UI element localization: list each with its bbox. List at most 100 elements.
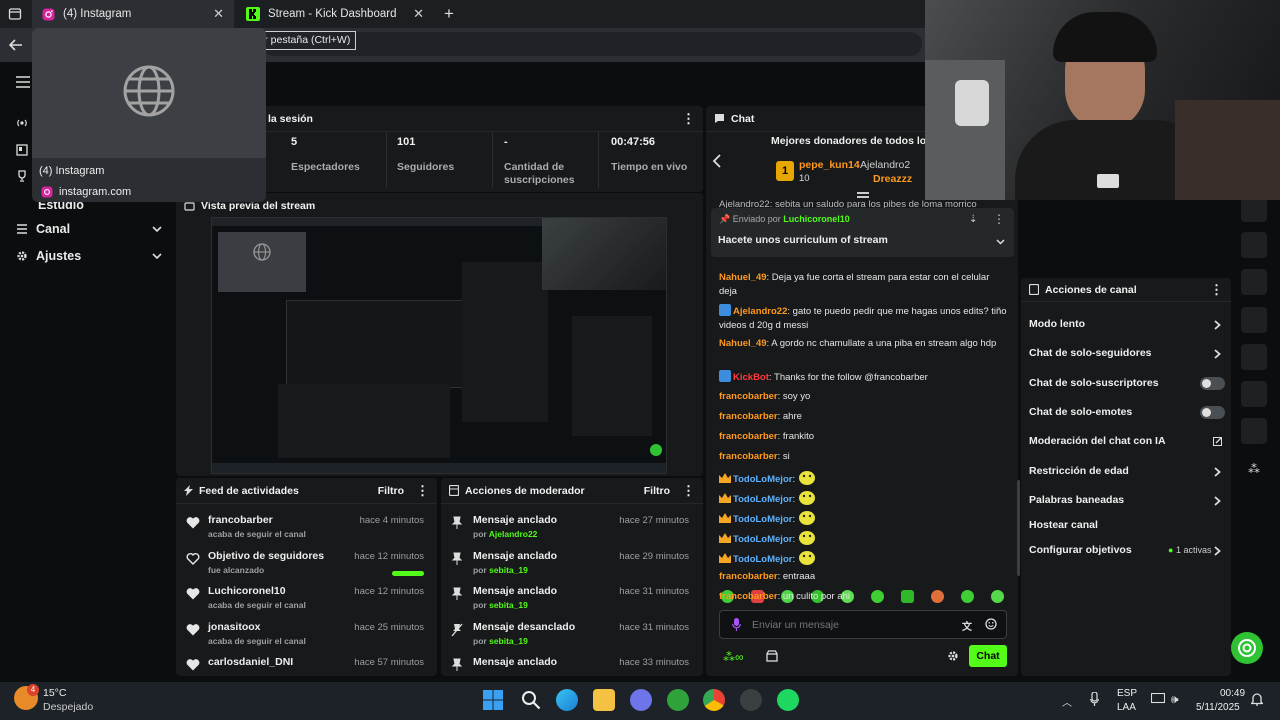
menu-icon[interactable] [16, 76, 30, 88]
channel-action-item[interactable]: Chat de solo-seguidores [1029, 347, 1152, 359]
trophy-icon[interactable] [16, 170, 28, 182]
channel-action-item[interactable]: Restricción de edad [1029, 465, 1129, 477]
mod-item[interactable]: Mensaje anclado por Ajelandro22 hace 27 mi… [441, 510, 699, 546]
chat-icon[interactable] [1241, 307, 1267, 333]
chat-input[interactable] [752, 616, 942, 633]
close-icon[interactable]: ✕ [213, 6, 224, 22]
close-icon[interactable]: ✕ [413, 6, 424, 22]
send-chat-button[interactable]: Chat [969, 645, 1007, 667]
obs-icon[interactable] [740, 689, 762, 711]
channel-action-item[interactable]: Modo lento [1029, 318, 1085, 330]
layout-icon[interactable] [1241, 381, 1267, 407]
channel-action-item[interactable]: Configurar objetivos [1029, 544, 1132, 556]
chat-message[interactable]: Nahuel_49: Deja ya fue corta el stream p… [719, 271, 1009, 299]
discord-icon[interactable] [630, 689, 652, 711]
mod-item[interactable]: Mensaje anclado por sebita_19 hace 31 minu… [441, 581, 699, 617]
spotify-icon[interactable] [777, 689, 799, 711]
chat-message[interactable]: TodoLoMejor: [719, 510, 1009, 527]
file-explorer-icon[interactable] [593, 689, 615, 711]
filter-button[interactable]: Filtro [644, 485, 670, 497]
external-link-icon[interactable] [1213, 437, 1222, 447]
chevron-up-icon[interactable]: ︿ [1062, 694, 1072, 709]
points-icon[interactable]: ⁂ [1248, 462, 1260, 476]
chat-username[interactable]: TodoLoMejor [733, 494, 792, 505]
sidebar-item-canal[interactable]: Canal [16, 222, 162, 236]
clock-time[interactable]: 00:49 [1220, 688, 1245, 699]
chat-message[interactable]: TodoLoMejor: [719, 490, 1009, 507]
emoji-icon[interactable] [985, 618, 997, 630]
points-icon[interactable]: ⁂∞ [723, 650, 744, 664]
filter-button[interactable]: Filtro [378, 485, 404, 497]
chat-username[interactable]: francobarber [719, 391, 778, 402]
language-region[interactable]: LAA [1117, 702, 1136, 713]
chat-username[interactable]: francobarber [719, 411, 778, 422]
more-icon[interactable]: ⋮ [1210, 282, 1223, 298]
chat-message[interactable]: francobarber: ahre [719, 410, 1009, 424]
language-code[interactable]: ESP [1117, 688, 1137, 699]
chat-message[interactable]: KickBot: Thanks for the follow @francoba… [719, 370, 1009, 385]
tab-kick-dashboard[interactable]: Stream - Kick Dashboard ✕ [236, 0, 434, 28]
chat-message[interactable]: francobarber: si [719, 450, 1009, 464]
mod-user[interactable]: sebita_19 [489, 636, 528, 646]
toggle-switch[interactable] [1200, 376, 1225, 390]
new-tab-button[interactable]: + [444, 4, 454, 24]
more-icon[interactable]: ⋮ [416, 483, 429, 499]
more-icon[interactable]: ⋮ [682, 483, 695, 499]
back-arrow-icon[interactable] [8, 37, 24, 53]
broadcast-icon[interactable] [1241, 344, 1267, 370]
windows-start-icon[interactable] [483, 690, 503, 710]
xbox-icon[interactable] [667, 689, 689, 711]
sidebar-item-ajustes[interactable]: Ajustes [16, 249, 162, 263]
clock-date[interactable]: 5/11/2025 [1196, 702, 1240, 713]
chevron-right-icon[interactable] [1213, 546, 1222, 556]
chat-message[interactable]: francobarber: soy yo [719, 390, 1009, 404]
chat-username[interactable]: francobarber [719, 571, 778, 582]
chat-username[interactable]: francobarber [719, 451, 778, 462]
toggle-switch[interactable] [1200, 405, 1225, 419]
microphone-icon[interactable] [1090, 692, 1099, 706]
chevron-right-icon[interactable] [1213, 349, 1222, 359]
chat-input-box[interactable]: 文 [719, 610, 1007, 639]
translate-icon[interactable]: 文 [962, 618, 972, 633]
search-icon[interactable] [521, 690, 541, 710]
channel-action-item[interactable]: Chat de solo-emotes [1029, 406, 1132, 418]
chat-username[interactable]: francobarber [719, 431, 778, 442]
mod-user[interactable]: sebita_19 [489, 600, 528, 610]
stream-preview-video[interactable] [211, 217, 667, 474]
chevron-left-icon[interactable] [712, 154, 722, 168]
mod-user[interactable]: Ajelandro22 [489, 529, 538, 539]
chat-message[interactable]: Nahuel_49: A gordo nc chamullate a una p… [719, 337, 1009, 351]
chat-username[interactable]: Ajelandro22 [733, 306, 787, 317]
chat-message[interactable]: TodoLoMejor: [719, 470, 1009, 487]
url-field[interactable] [262, 32, 922, 56]
channel-action-item[interactable]: Hostear canal [1029, 519, 1098, 531]
edge-icon[interactable] [556, 689, 578, 711]
chat-username[interactable]: TodoLoMejor [733, 514, 792, 525]
chevron-right-icon[interactable] [1213, 466, 1222, 477]
chevron-down-icon[interactable] [996, 239, 1005, 245]
wrench-icon[interactable] [1241, 418, 1267, 444]
library-icon[interactable] [16, 144, 28, 156]
chat-username[interactable]: Nahuel_49 [719, 338, 767, 349]
chat-username[interactable]: TodoLoMejor [733, 554, 792, 565]
tab-actions-icon[interactable] [8, 7, 22, 21]
mod-item[interactable]: Mensaje anclado por sebita_19 hace 29 minu… [441, 546, 699, 582]
feed-item[interactable]: Luchicoronel10 acaba de seguir el canal ha… [176, 581, 434, 617]
lightning-icon[interactable] [1241, 232, 1267, 258]
drag-handle-icon[interactable] [857, 192, 869, 198]
feed-item[interactable]: francobarber acaba de seguir el canal hace… [176, 510, 434, 546]
notes-icon[interactable] [1241, 269, 1267, 295]
store-icon[interactable] [766, 650, 778, 662]
chat-username[interactable]: Nahuel_49 [719, 272, 767, 283]
broadcast-icon[interactable] [16, 117, 28, 129]
chat-message[interactable]: francobarber: entraaa [719, 570, 1009, 584]
chat-message[interactable]: TodoLoMejor: [719, 530, 1009, 547]
more-icon[interactable]: ⋮ [993, 212, 1005, 226]
volume-icon[interactable]: 🕪 [1171, 692, 1179, 707]
channel-action-item[interactable]: Chat de solo-suscriptores [1029, 377, 1159, 389]
channel-action-item[interactable]: Moderación del chat con IA [1029, 435, 1166, 447]
chat-username[interactable]: KickBot [733, 372, 769, 383]
chevron-right-icon[interactable] [1213, 320, 1222, 330]
chat-username[interactable]: francobarber [719, 591, 778, 602]
feed-item[interactable]: jonasitoox acaba de seguir el canal hace 2… [176, 617, 434, 653]
